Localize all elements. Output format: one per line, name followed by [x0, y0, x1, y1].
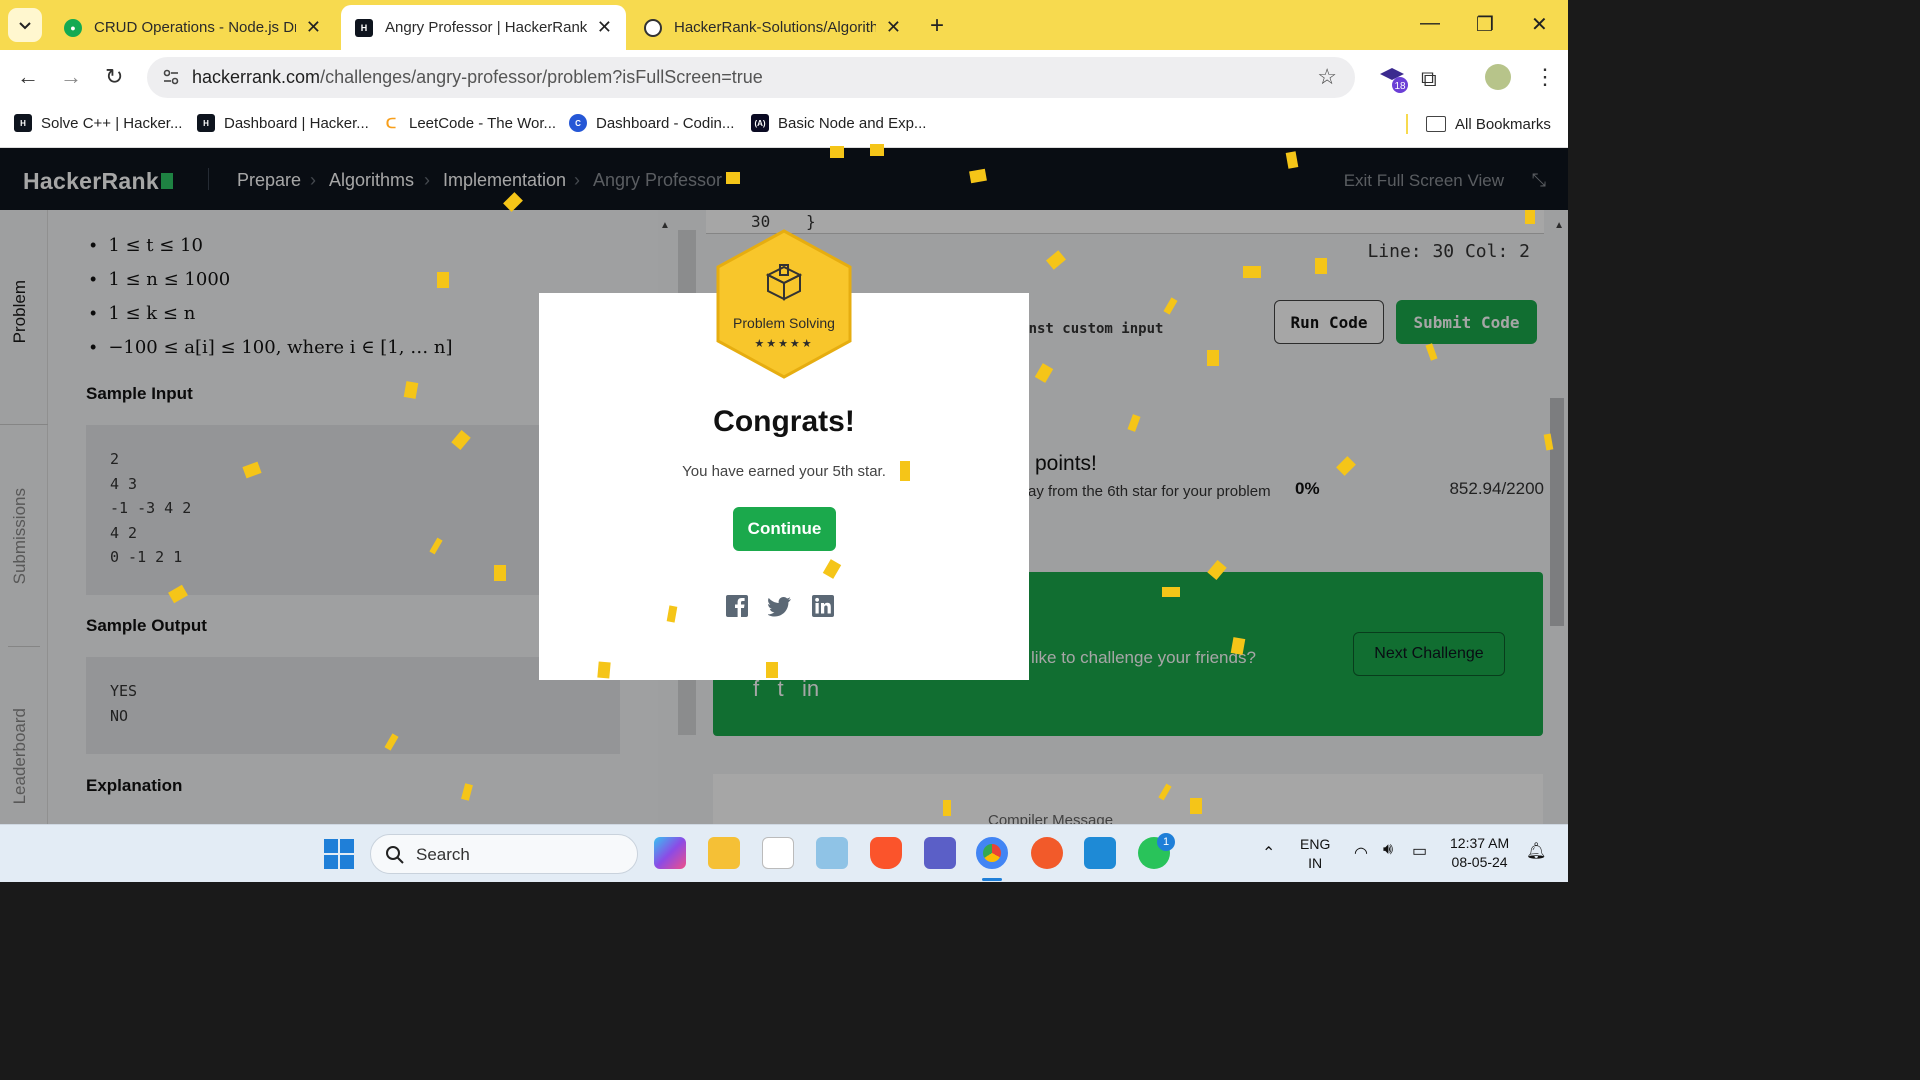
more-menu-icon[interactable]: ⋮: [1534, 64, 1556, 90]
modal-message: You have earned your 5th star.: [682, 463, 886, 480]
teams-icon[interactable]: [924, 837, 956, 869]
confetti-piece: [437, 272, 449, 288]
github-icon: [644, 18, 662, 37]
confetti-piece: [830, 146, 844, 158]
browser-tab-bar: ● CRUD Operations - Node.js Driv ✕ H Ang…: [0, 0, 1568, 50]
wifi-icon[interactable]: ◠: [1354, 843, 1368, 863]
facebook-icon[interactable]: [725, 594, 749, 618]
app-icon[interactable]: [816, 837, 848, 869]
bookmarks-bar: H Solve C++ | Hacker... H Dashboard | Hack…: [0, 105, 1568, 148]
continue-button[interactable]: Continue: [733, 507, 836, 551]
postman-icon[interactable]: [1031, 837, 1063, 869]
confetti-piece: [870, 144, 884, 156]
url-text: hackerrank.com/challenges/angry-professo…: [192, 67, 763, 87]
confetti-piece: [1207, 350, 1219, 366]
close-tab-icon[interactable]: ✕: [597, 17, 612, 38]
confetti-piece: [494, 565, 506, 581]
windows-taskbar: Search 1 ⌃ ENG IN ◠ 🔊︎ ▭ 12:37 AM 08-05-…: [0, 824, 1568, 882]
windows-start-icon[interactable]: [324, 839, 354, 869]
battery-icon[interactable]: ▭: [1412, 841, 1427, 861]
bookmark-item[interactable]: H Dashboard | Hacker...: [197, 114, 369, 132]
chevron-down-icon: [19, 22, 31, 30]
confetti-piece: [1315, 258, 1327, 274]
search-icon: [386, 846, 404, 864]
twitter-icon[interactable]: [768, 594, 792, 618]
confetti-piece: [597, 661, 611, 679]
hackerrank-icon: H: [355, 18, 373, 37]
codingninjas-icon: C: [569, 114, 587, 132]
close-tab-icon[interactable]: ✕: [306, 17, 321, 38]
volume-icon[interactable]: 🔊︎: [1383, 841, 1393, 859]
minimize-icon[interactable]: —: [1420, 12, 1440, 35]
bookmark-item[interactable]: C Dashboard - Codin...: [569, 114, 734, 132]
bookmark-item[interactable]: ᑕ LeetCode - The Wor...: [382, 114, 556, 132]
hackerrank-icon: H: [14, 114, 32, 132]
notification-badge: 1: [1157, 833, 1175, 851]
vscode-icon[interactable]: [1084, 837, 1116, 869]
bookmark-star-icon[interactable]: ☆: [1317, 64, 1337, 90]
bookmark-item[interactable]: H Solve C++ | Hacker...: [14, 114, 182, 132]
close-tab-icon[interactable]: ✕: [886, 17, 901, 38]
restore-icon[interactable]: ❐: [1476, 12, 1494, 37]
taskbar-search[interactable]: Search: [370, 834, 638, 874]
hackerrank-icon: H: [197, 114, 215, 132]
leetcode-icon: ᑕ: [382, 114, 400, 132]
tab-crud-operations[interactable]: ● CRUD Operations - Node.js Driv ✕: [50, 5, 335, 50]
svg-text:18: 18: [1394, 81, 1406, 92]
address-bar[interactable]: hackerrank.com/challenges/angry-professo…: [147, 57, 1355, 98]
back-icon[interactable]: ←: [17, 64, 39, 90]
confetti-piece: [900, 461, 910, 481]
modal-title: Congrats!: [713, 405, 855, 438]
confetti-piece: [726, 172, 740, 184]
confetti-piece: [943, 800, 951, 816]
reload-icon[interactable]: ↻: [105, 64, 123, 90]
confetti-piece: [766, 662, 778, 678]
badge-stars: ★★★★★: [754, 338, 814, 350]
microsoft-store-icon[interactable]: [762, 837, 794, 869]
forward-icon[interactable]: →: [60, 64, 82, 90]
extensions-puzzle-icon[interactable]: ⧉: [1421, 66, 1437, 92]
extension-cap-icon[interactable]: 18: [1378, 64, 1408, 99]
confetti-piece: [1190, 798, 1202, 814]
notification-bell-icon[interactable]: 🔔︎: [1526, 841, 1546, 861]
bookmark-item[interactable]: (A) Basic Node and Exp...: [751, 114, 926, 132]
new-tab-button[interactable]: +: [930, 12, 944, 40]
clock[interactable]: 12:37 AM 08-05-24: [1450, 835, 1509, 870]
chrome-icon[interactable]: [976, 837, 1008, 869]
profile-avatar[interactable]: [1485, 64, 1511, 90]
file-explorer-icon[interactable]: [708, 837, 740, 869]
language-indicator[interactable]: ENG IN: [1300, 836, 1330, 871]
copilot-icon[interactable]: [654, 837, 686, 869]
brave-browser-icon[interactable]: [870, 837, 902, 869]
site-settings-icon[interactable]: [161, 67, 181, 87]
tab-github-solutions[interactable]: HackerRank-Solutions/Algorithm ✕: [630, 5, 915, 50]
all-bookmarks[interactable]: All Bookmarks: [1406, 114, 1551, 134]
tab-search-button[interactable]: [8, 8, 42, 42]
folder-icon: [1426, 116, 1446, 132]
show-hidden-icons[interactable]: ⌃: [1262, 843, 1275, 863]
problem-solving-badge-icon: [716, 229, 852, 379]
confetti-piece: [1243, 266, 1261, 278]
badge-label: Problem Solving: [733, 315, 835, 331]
confetti-piece: [1525, 210, 1535, 224]
mongodb-leaf-icon: ●: [64, 18, 82, 37]
tab-angry-professor[interactable]: H Angry Professor | HackerRank ✕: [341, 5, 626, 50]
freecodecamp-icon: (A): [751, 114, 769, 132]
search-label: Search: [416, 845, 470, 864]
close-window-icon[interactable]: ✕: [1531, 12, 1548, 37]
linkedin-icon[interactable]: [811, 594, 835, 618]
confetti-piece: [1162, 587, 1180, 597]
